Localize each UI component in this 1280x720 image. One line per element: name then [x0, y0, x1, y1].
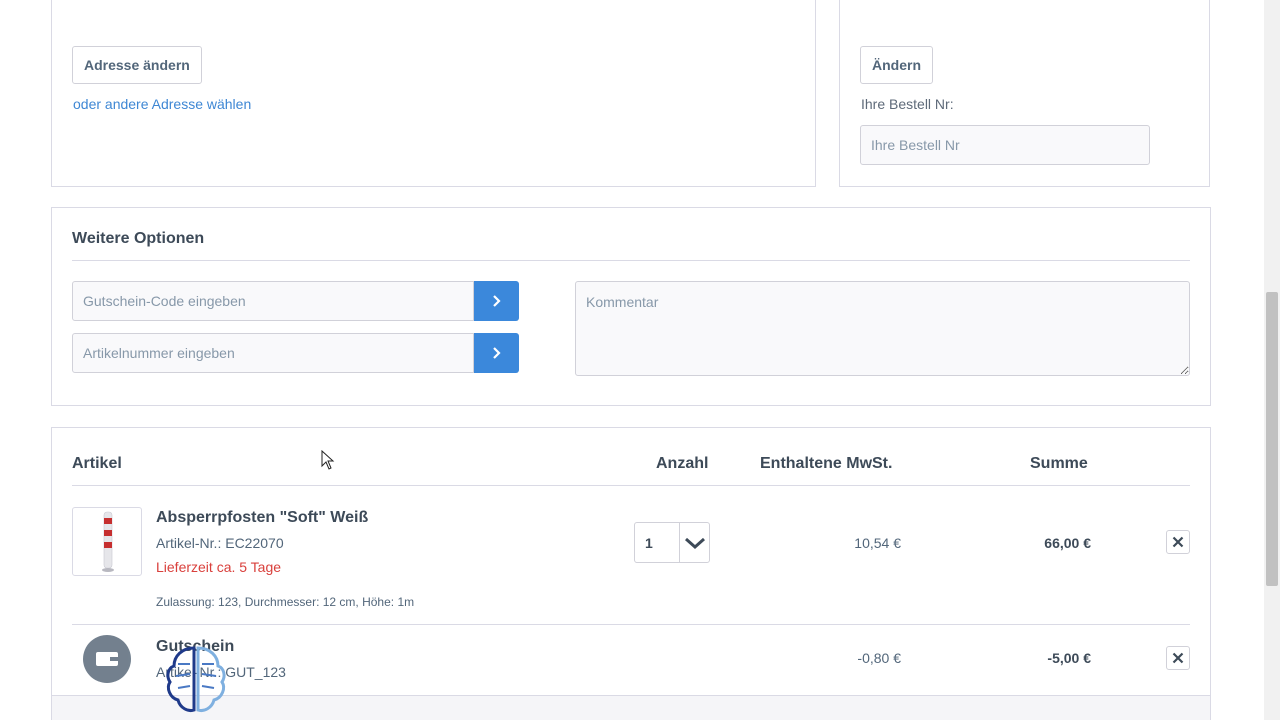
chevron-right-icon: [492, 295, 501, 307]
order-number-input[interactable]: [860, 125, 1150, 165]
row-divider: [72, 624, 1190, 625]
header-vat: Enthaltene MwSt.: [760, 455, 893, 472]
other-address-link[interactable]: oder andere Adresse wählen: [73, 96, 251, 112]
scrollbar-thumb[interactable]: [1266, 292, 1278, 586]
header-article: Artikel: [72, 455, 122, 472]
product-image[interactable]: [72, 507, 142, 576]
product-sku: Artikel-Nr.: EC22070: [156, 535, 284, 551]
wallet-icon: [96, 652, 118, 666]
quantity-value: 1: [645, 535, 653, 551]
mouse-cursor-icon: [321, 450, 335, 470]
voucher-total: -5,00 €: [1047, 650, 1091, 666]
divider: [72, 260, 1190, 261]
remove-item-button[interactable]: [1166, 530, 1190, 554]
product-name[interactable]: Absperrpfosten "Soft" Weiß: [156, 509, 368, 527]
bollard-image: [102, 511, 114, 572]
address-panel: [51, 0, 816, 187]
change-order-button[interactable]: Ändern: [860, 46, 933, 84]
chevron-down-icon: [685, 537, 705, 549]
comment-textarea[interactable]: [575, 281, 1190, 376]
remove-voucher-button[interactable]: [1166, 646, 1190, 670]
voucher-vat: -0,80 €: [857, 650, 901, 666]
voucher-sku: Artikel-Nr.: GUT_123: [156, 664, 286, 680]
header-quantity: Anzahl: [656, 455, 709, 472]
voucher-submit-button[interactable]: [474, 281, 519, 321]
close-icon: [1172, 652, 1184, 664]
quantity-select[interactable]: 1: [634, 522, 710, 563]
header-total: Summe: [1030, 455, 1088, 472]
voucher-icon: [83, 635, 131, 683]
product-attributes: Zulassung: 123, Durchmesser: 12 cm, Höhe…: [156, 595, 415, 609]
change-address-button[interactable]: Adresse ändern: [72, 46, 202, 84]
order-number-label: Ihre Bestell Nr:: [861, 96, 954, 112]
item-total: 66,00 €: [1044, 535, 1091, 551]
chevron-right-icon: [492, 347, 501, 359]
article-number-input[interactable]: [72, 333, 474, 373]
voucher-name: Gutschein: [156, 638, 235, 655]
header-divider: [72, 485, 1190, 486]
options-title: Weitere Optionen: [72, 230, 205, 247]
article-submit-button[interactable]: [474, 333, 519, 373]
voucher-code-input[interactable]: [72, 281, 474, 321]
table-footer-strip: [52, 695, 1210, 720]
close-icon: [1172, 536, 1184, 548]
delivery-time: Lieferzeit ca. 5 Tage: [156, 559, 282, 575]
quantity-dropdown-toggle[interactable]: [679, 523, 710, 562]
item-vat: 10,54 €: [854, 535, 901, 551]
